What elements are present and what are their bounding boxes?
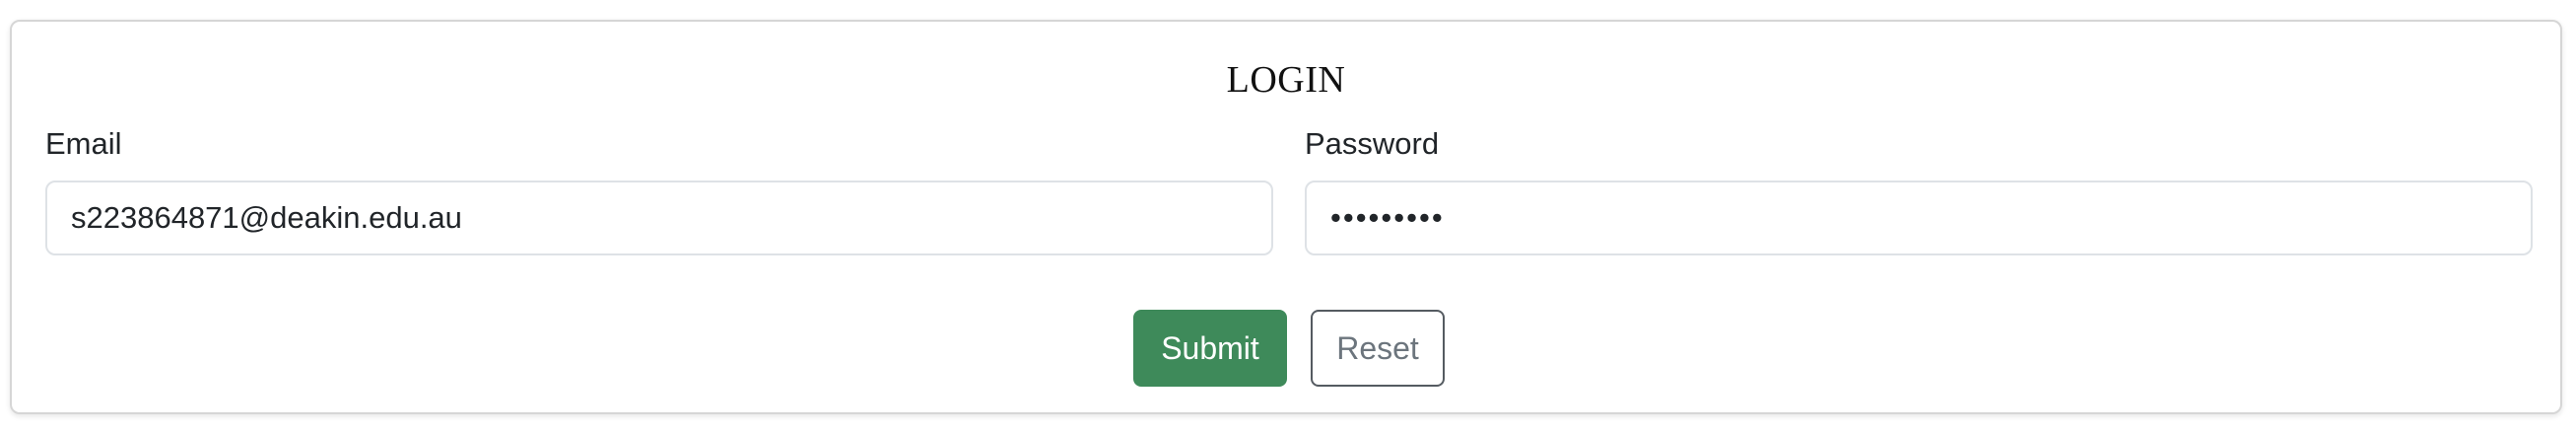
login-card: LOGIN Email Password Submit Reset [10, 20, 2562, 414]
password-input[interactable] [1305, 181, 2533, 255]
submit-button[interactable]: Submit [1133, 310, 1287, 387]
email-input[interactable] [45, 181, 1273, 255]
reset-button[interactable]: Reset [1311, 310, 1445, 387]
password-label: Password [1305, 126, 1440, 161]
email-label: Email [45, 126, 122, 161]
form-title: LOGIN [1226, 59, 1346, 101]
